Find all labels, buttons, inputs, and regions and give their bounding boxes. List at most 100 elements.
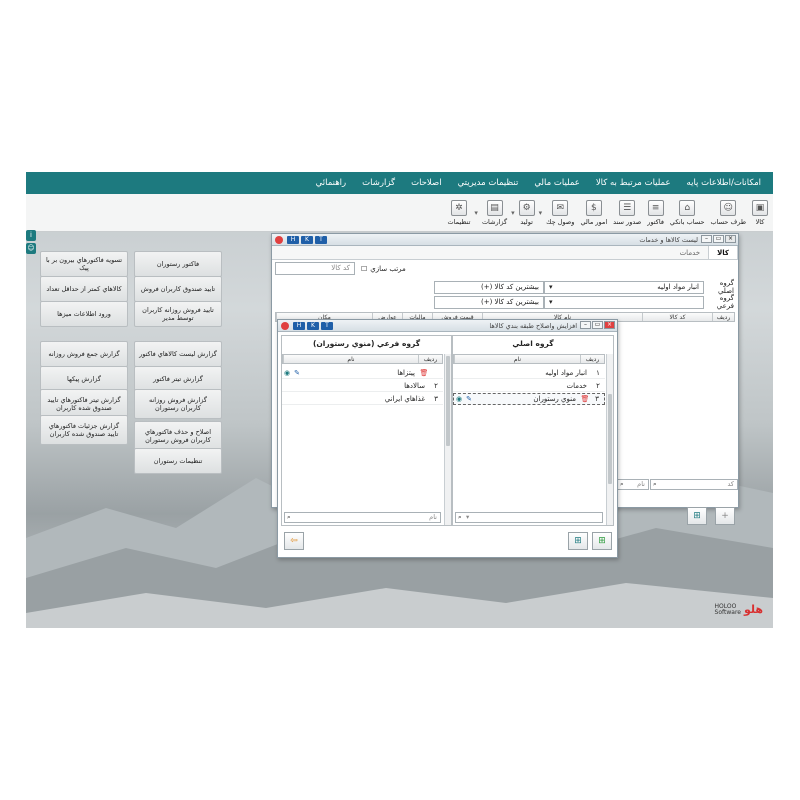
hkt-k-button[interactable]: K bbox=[301, 235, 313, 244]
menu-financial-operations[interactable]: عملیات مالي bbox=[526, 178, 587, 188]
hkt-h-button[interactable]: H bbox=[293, 321, 305, 330]
toolbar-issue-document-button[interactable]: ☰ صدور سند bbox=[610, 199, 644, 226]
close-dot-icon[interactable] bbox=[281, 321, 289, 330]
low-stock-goods-button[interactable]: کالاهاي کمتر از حداقل تعداد bbox=[40, 276, 128, 302]
user-side-button[interactable]: ☺ bbox=[26, 243, 36, 254]
edit-icon[interactable]: ✎ bbox=[464, 395, 474, 403]
main-group-select[interactable]: انبار مواد اولیه ▾ bbox=[544, 280, 704, 294]
daily-sales-total-report-button[interactable]: گزارش جمع فروش روزانه bbox=[40, 341, 128, 367]
toolbar-settings-button[interactable]: ✲ تنظیمات bbox=[445, 199, 474, 226]
main-group-search[interactable]: ⌕ ▾ bbox=[455, 512, 603, 523]
plus-icon: + bbox=[721, 511, 729, 521]
menu-reports[interactable]: گزارشات bbox=[354, 178, 403, 188]
menu-help[interactable]: راهنمائي bbox=[308, 178, 354, 188]
col-row[interactable]: ردیف bbox=[418, 355, 442, 363]
minimize-icon[interactable]: – bbox=[580, 321, 591, 329]
edit-icon[interactable]: ✎ bbox=[292, 369, 302, 377]
menu-goods-operations[interactable]: عملیات مرتبط به کالا bbox=[588, 178, 679, 188]
list-item[interactable]: ۲ سالادها bbox=[282, 380, 443, 392]
max-code-field-2[interactable]: بیشترین کد کالا (+) bbox=[434, 295, 544, 309]
eye-icon[interactable]: ◉ bbox=[282, 369, 292, 377]
confirmed-invoice-details-report-button[interactable]: گزارش جزئیات فاکتورهاي تایید صندوق شده ک… bbox=[40, 415, 128, 445]
delete-icon[interactable]: 🗑 bbox=[419, 369, 429, 377]
main-menubar: امکانات/اطلاعات پایه عملیات مرتبط به کال… bbox=[26, 172, 773, 194]
toolbar-reports-button[interactable]: ▤ گزارشات bbox=[479, 199, 510, 226]
sub-group-scrollbar[interactable] bbox=[444, 354, 451, 525]
col-row[interactable]: ردیف bbox=[712, 313, 734, 321]
bank-icon: ⌂ bbox=[679, 199, 696, 216]
info-side-button[interactable]: i bbox=[26, 230, 36, 241]
menu-management-settings[interactable]: تنظیمات مدیریتي bbox=[450, 178, 527, 188]
menu-basic-info[interactable]: امکانات/اطلاعات پایه bbox=[679, 178, 769, 188]
goods-code-input[interactable]: کد کالا bbox=[275, 262, 355, 275]
list-item[interactable]: 🗑 پیتزاها ✎ ◉ bbox=[282, 367, 443, 379]
confirm-sales-cashbox-button[interactable]: تایید صندوق کاربران فروش bbox=[134, 276, 222, 302]
invoice-icon: ≡ bbox=[647, 199, 664, 216]
menu-corrections[interactable]: اصلاحات bbox=[403, 178, 450, 188]
main-group-scrollbar[interactable] bbox=[606, 354, 613, 525]
close-icon[interactable]: × bbox=[604, 321, 615, 329]
tables-info-entry-button[interactable]: ورود اطلاعات میزها bbox=[40, 301, 128, 327]
hkt-h-button[interactable]: H bbox=[287, 235, 299, 244]
list-item[interactable]: ۱ انبار مواد اولیه bbox=[453, 367, 605, 379]
add-subgroup-button[interactable]: ⊞ bbox=[568, 532, 588, 550]
toolbar-cheque-button[interactable]: ✉ وصول چك bbox=[543, 199, 577, 226]
group-tree-button[interactable]: ⊞ bbox=[687, 507, 707, 525]
max-code-field-1[interactable]: بیشترین کد کالا (+) bbox=[434, 280, 544, 294]
main-group-label: گروه اصلي bbox=[717, 279, 734, 295]
toolbar-bank-account-button[interactable]: ⌂ حساب بانکي bbox=[667, 199, 708, 226]
toolbar-account-party-button[interactable]: ☺ طرف حساب bbox=[708, 199, 749, 226]
eye-icon[interactable]: ◉ bbox=[454, 395, 464, 403]
main-toolbar: ▣ کالا ☺ طرف حساب ⌂ حساب بانکي ≡ فاکتور ☰ صدو… bbox=[26, 194, 773, 232]
category-window: H K T افزایش واصلاح طبقه بندي کالاها – ▭… bbox=[277, 319, 618, 558]
search-icon: ⌕ bbox=[287, 513, 291, 521]
toolbar-invoice-button[interactable]: ≡ فاکتور bbox=[644, 199, 667, 226]
sub-group-select[interactable]: ▾ bbox=[544, 295, 704, 309]
col-name[interactable]: نام bbox=[283, 355, 418, 363]
goods-search-code[interactable]: کد ⌕ bbox=[650, 479, 738, 490]
add-main-group-button[interactable]: ⊞ bbox=[592, 532, 612, 550]
confirm-daily-sales-button[interactable]: تایید فروش روزانه کاربران توسط مدیر bbox=[134, 301, 222, 327]
sub-group-search[interactable]: نام ⌕ bbox=[284, 512, 441, 523]
minimize-icon[interactable]: – bbox=[701, 235, 712, 243]
sub-group-grid-header: ردیف نام bbox=[282, 354, 443, 364]
chevron-down-icon: ▾ bbox=[549, 282, 553, 291]
add-button[interactable]: + bbox=[715, 507, 735, 525]
list-item-selected[interactable]: ۳ 🗑 منوي رستوران ✎ ◉ bbox=[453, 393, 605, 405]
hkt-k-button[interactable]: K bbox=[307, 321, 319, 330]
restaurant-invoice-button[interactable]: فاکتور رستوران bbox=[134, 251, 222, 277]
close-dot-icon[interactable] bbox=[275, 235, 283, 244]
tree-icon: ⊞ bbox=[693, 511, 701, 521]
maximize-icon[interactable]: ▭ bbox=[713, 235, 724, 243]
scroll-thumb[interactable] bbox=[608, 394, 612, 484]
invoice-goods-list-report-button[interactable]: گزارش لیست کالاهاي فاکتور bbox=[134, 341, 222, 367]
tab-services[interactable]: خدمات bbox=[672, 246, 708, 259]
toolbar-finance-button[interactable]: $ امور مالي bbox=[577, 199, 610, 226]
col-code[interactable]: کد کالا bbox=[642, 313, 712, 321]
tab-goods[interactable]: کالا bbox=[708, 246, 738, 259]
sort-checkbox[interactable]: ☐ bbox=[361, 265, 367, 273]
restaurant-settings-button[interactable]: تنظیمات رستوران bbox=[134, 448, 222, 474]
report-icon: ▤ bbox=[486, 199, 503, 216]
exit-button[interactable]: ⇦ bbox=[284, 532, 304, 550]
toolbar-production-button[interactable]: ⚙ تولید bbox=[516, 199, 538, 226]
holoo-logo: HOLOO Software هلو bbox=[714, 602, 763, 616]
col-name[interactable]: نام bbox=[454, 355, 580, 363]
scroll-thumb[interactable] bbox=[446, 356, 450, 446]
restaurant-daily-sales-report-button[interactable]: گزارش فروش روزانه کاربران رستوران bbox=[134, 389, 222, 419]
goods-search-name[interactable]: نام ⌕ bbox=[617, 479, 649, 490]
close-icon[interactable]: × bbox=[725, 235, 736, 243]
list-item[interactable]: ۲ خدمات bbox=[453, 380, 605, 392]
hkt-t-button[interactable]: T bbox=[315, 235, 327, 244]
settle-delivery-invoices-button[interactable]: تسویه فاکتورهاي بیرون بر با پیک bbox=[40, 251, 128, 277]
user-icon: ☺ bbox=[27, 244, 35, 252]
edit-delete-invoices-button[interactable]: اصلاح و حذف فاکتورهاي کاربران فروش رستور… bbox=[134, 421, 222, 451]
col-row[interactable]: ردیف bbox=[580, 355, 604, 363]
delete-icon[interactable]: 🗑 bbox=[580, 395, 590, 403]
category-window-titlebar: H K T افزایش واصلاح طبقه بندي کالاها – ▭… bbox=[278, 320, 617, 332]
list-item[interactable]: ۳ غذاهاي ایراني bbox=[282, 393, 443, 405]
sub-group-panel: گروه فرعي (منوي رستوران) ردیف نام 🗑 پیتز… bbox=[281, 335, 452, 526]
toolbar-goods-button[interactable]: ▣ کالا bbox=[749, 199, 771, 226]
hkt-t-button[interactable]: T bbox=[321, 321, 333, 330]
maximize-icon[interactable]: ▭ bbox=[592, 321, 603, 329]
